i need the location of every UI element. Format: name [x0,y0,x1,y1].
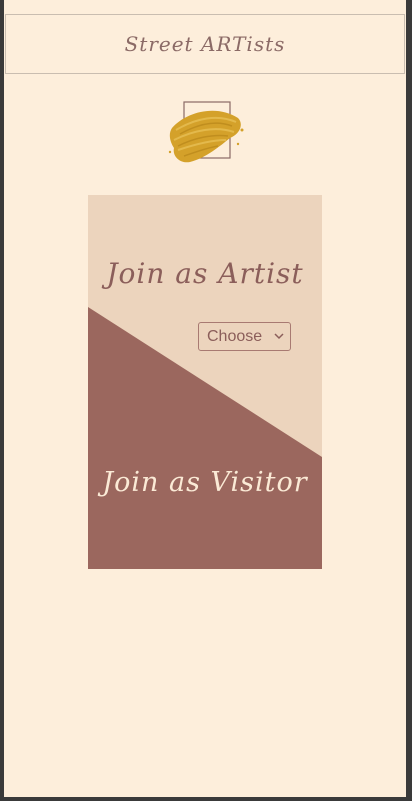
app-title: Street ARTists [124,32,286,56]
join-as-visitor-label[interactable]: Join as Visitor [88,467,322,498]
status-strip [5,0,405,14]
chevron-down-icon [274,333,284,340]
artist-type-selected: Choose [207,327,263,345]
paint-brush-logo-icon [166,100,246,166]
app-frame: Street ARTists Join as Artist Choose Joi… [4,0,406,797]
card-diagonal-background [88,195,322,569]
artist-type-select[interactable]: Choose [198,322,291,351]
join-as-artist-label[interactable]: Join as Artist [88,257,322,290]
app-header: Street ARTists [5,14,405,74]
join-card: Join as Artist Choose Join as Visitor [88,195,322,569]
